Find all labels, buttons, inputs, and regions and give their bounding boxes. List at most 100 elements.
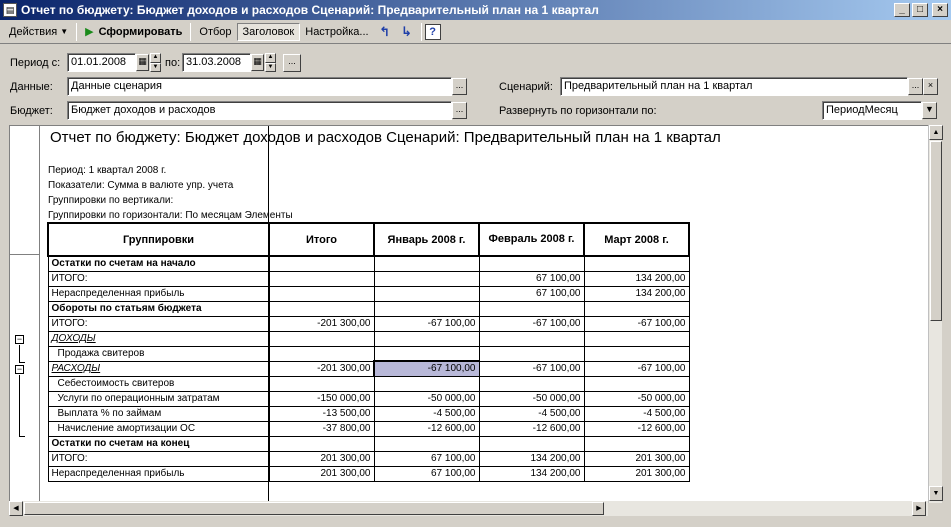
- budget-select-button[interactable]: ...: [452, 102, 467, 119]
- row-label-cell[interactable]: Нераспределенная прибыль: [47, 285, 270, 302]
- value-cell[interactable]: [583, 345, 690, 362]
- value-cell[interactable]: -4 500,00: [478, 405, 585, 422]
- scenario-input[interactable]: Предварительный план на 1 квартал: [560, 77, 908, 96]
- value-cell[interactable]: [268, 345, 375, 362]
- value-cell[interactable]: -67 100,00: [583, 360, 690, 377]
- calendar-icon[interactable]: ▦: [251, 54, 264, 71]
- value-cell[interactable]: -12 600,00: [478, 420, 585, 437]
- value-cell[interactable]: [373, 330, 480, 347]
- row-label-cell[interactable]: ДОХОДЫ: [47, 330, 270, 347]
- value-cell[interactable]: [373, 375, 480, 392]
- collapse-group-icon[interactable]: −: [15, 365, 24, 374]
- value-cell[interactable]: [583, 435, 690, 452]
- value-cell[interactable]: [268, 330, 375, 347]
- data-input[interactable]: Данные сценария: [67, 77, 452, 96]
- row-label-cell[interactable]: Начисление амортизации ОС: [47, 420, 270, 437]
- row-label-cell[interactable]: Себестоимость свитеров: [47, 375, 270, 392]
- settings-button[interactable]: Настройка...: [300, 24, 373, 40]
- period-to-spinner[interactable]: ▲ ▼: [265, 53, 276, 72]
- minimize-button[interactable]: _: [894, 3, 910, 17]
- value-cell[interactable]: -201 300,00: [268, 315, 375, 332]
- value-cell[interactable]: [373, 285, 480, 302]
- vertical-scrollbar[interactable]: ▲ ▼: [928, 125, 943, 503]
- value-cell[interactable]: -67 100,00: [373, 315, 480, 332]
- value-cell[interactable]: [478, 255, 585, 272]
- row-label-cell[interactable]: Обороты по статьям бюджета: [47, 300, 270, 317]
- period-to-input[interactable]: 31.03.2008: [182, 53, 251, 72]
- value-cell[interactable]: -67 100,00: [478, 315, 585, 332]
- calendar-icon[interactable]: ▦: [136, 54, 149, 71]
- value-cell[interactable]: 67 100,00: [478, 270, 585, 287]
- report-spreadsheet[interactable]: Отчет по бюджету: Бюджет доходов и расхо…: [9, 125, 941, 503]
- header-toggle-button[interactable]: Заголовок: [236, 22, 301, 41]
- row-label-cell[interactable]: ИТОГО:: [47, 270, 270, 287]
- value-cell[interactable]: -67 100,00: [373, 360, 480, 377]
- row-label-cell[interactable]: РАСХОДЫ: [47, 360, 270, 377]
- value-cell[interactable]: [268, 435, 375, 452]
- value-cell[interactable]: -67 100,00: [583, 315, 690, 332]
- spin-up-icon[interactable]: ▲: [265, 53, 276, 63]
- horizontal-scrollbar[interactable]: ◀ ▶: [9, 501, 928, 516]
- value-cell[interactable]: [268, 255, 375, 272]
- scenario-select-button[interactable]: ...: [908, 78, 923, 95]
- value-cell[interactable]: 201 300,00: [268, 450, 375, 467]
- value-cell[interactable]: 67 100,00: [373, 450, 480, 467]
- period-select-button[interactable]: ...: [283, 54, 301, 72]
- value-cell[interactable]: [478, 345, 585, 362]
- value-cell[interactable]: -37 800,00: [268, 420, 375, 437]
- value-cell[interactable]: 201 300,00: [268, 465, 375, 482]
- value-cell[interactable]: -150 000,00: [268, 390, 375, 407]
- filter-button[interactable]: Отбор: [194, 24, 236, 40]
- value-cell[interactable]: [478, 435, 585, 452]
- value-cell[interactable]: -4 500,00: [373, 405, 480, 422]
- value-cell[interactable]: -50 000,00: [583, 390, 690, 407]
- value-cell[interactable]: [268, 285, 375, 302]
- value-cell[interactable]: [268, 375, 375, 392]
- value-cell[interactable]: 134 200,00: [583, 285, 690, 302]
- value-cell[interactable]: -67 100,00: [478, 360, 585, 377]
- value-cell[interactable]: [583, 330, 690, 347]
- value-cell[interactable]: [268, 270, 375, 287]
- value-cell[interactable]: [373, 255, 480, 272]
- row-label-cell[interactable]: ИТОГО:: [47, 315, 270, 332]
- horizontal-scroll-thumb[interactable]: [24, 502, 604, 515]
- scenario-clear-button[interactable]: ×: [923, 78, 938, 95]
- expand-select[interactable]: ПериодМесяц: [822, 101, 922, 120]
- value-cell[interactable]: [583, 255, 690, 272]
- row-label-cell[interactable]: ИТОГО:: [47, 450, 270, 467]
- expand-all-icon[interactable]: ↳: [398, 23, 416, 41]
- maximize-button[interactable]: □: [912, 3, 928, 17]
- close-button[interactable]: ×: [932, 3, 948, 17]
- value-cell[interactable]: 67 100,00: [478, 285, 585, 302]
- value-cell[interactable]: 134 200,00: [478, 465, 585, 482]
- value-cell[interactable]: 201 300,00: [583, 465, 690, 482]
- period-from-input[interactable]: 01.01.2008: [67, 53, 136, 72]
- value-cell[interactable]: [478, 300, 585, 317]
- collapse-all-icon[interactable]: ↰: [376, 23, 394, 41]
- value-cell[interactable]: -4 500,00: [583, 405, 690, 422]
- row-label-cell[interactable]: Услуги по операционным затратам: [47, 390, 270, 407]
- spin-up-icon[interactable]: ▲: [150, 53, 161, 63]
- value-cell[interactable]: -12 600,00: [373, 420, 480, 437]
- value-cell[interactable]: -201 300,00: [268, 360, 375, 377]
- value-cell[interactable]: -50 000,00: [478, 390, 585, 407]
- budget-input[interactable]: Бюджет доходов и расходов: [67, 101, 452, 120]
- scroll-down-icon[interactable]: ▼: [929, 486, 943, 501]
- spin-down-icon[interactable]: ▼: [150, 62, 161, 72]
- actions-menu[interactable]: Действия ▼: [4, 24, 73, 40]
- generate-button[interactable]: ▶ Сформировать: [80, 23, 187, 40]
- vertical-scroll-thumb[interactable]: [930, 141, 942, 321]
- value-cell[interactable]: [478, 330, 585, 347]
- value-cell[interactable]: -12 600,00: [583, 420, 690, 437]
- help-icon[interactable]: ?: [424, 23, 441, 40]
- value-cell[interactable]: [373, 345, 480, 362]
- value-cell[interactable]: 201 300,00: [583, 450, 690, 467]
- row-label-cell[interactable]: Выплата % по займам: [47, 405, 270, 422]
- collapse-group-icon[interactable]: −: [15, 335, 24, 344]
- value-cell[interactable]: [583, 300, 690, 317]
- scroll-up-icon[interactable]: ▲: [929, 125, 943, 140]
- value-cell[interactable]: 134 200,00: [478, 450, 585, 467]
- data-select-button[interactable]: ...: [452, 78, 467, 95]
- scroll-left-icon[interactable]: ◀: [9, 501, 23, 516]
- value-cell[interactable]: [583, 375, 690, 392]
